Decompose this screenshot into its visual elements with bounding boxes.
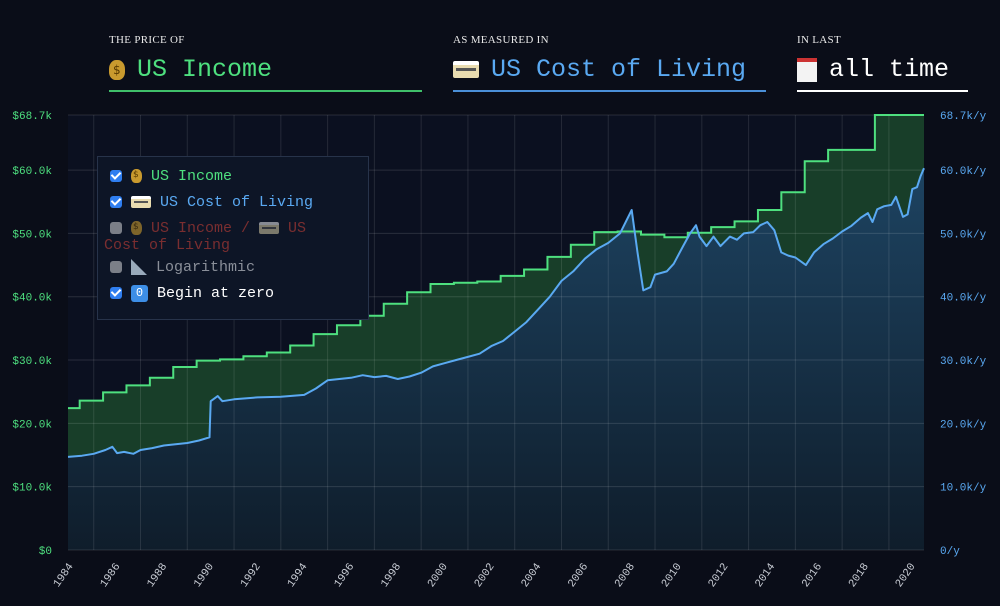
spiral-notepad-icon (797, 57, 817, 82)
y-tick-label-right: 10.0k/y (940, 483, 987, 495)
x-tick-label: 2018 (847, 561, 872, 590)
y-tick-label-right: 68.7k/y (940, 111, 987, 123)
legend-item-us-income[interactable]: US Income (110, 163, 360, 189)
credit-card-icon (259, 222, 280, 234)
checkbox-us-cost-of-living[interactable] (110, 196, 122, 208)
y-tick-label-right: 60.0k/y (940, 166, 987, 178)
y-tick-label-left: $50.0k (12, 229, 52, 241)
legend-label: Logarithmic (156, 258, 256, 276)
triangular-ruler-icon (131, 259, 147, 275)
x-tick-label: 2002 (473, 561, 498, 590)
x-tick-label: 1990 (192, 561, 217, 590)
money-bag-icon (131, 169, 142, 183)
price-of-label: THE PRICE OF (109, 34, 185, 46)
time-range-value: all time (829, 55, 950, 84)
x-tick-label: 2004 (519, 561, 544, 590)
x-tick-label: 1984 (52, 561, 77, 590)
y-tick-label-left: $20.0k (12, 419, 52, 431)
y-tick-label-right: 30.0k/y (940, 356, 987, 368)
price-of-selector[interactable]: THE PRICE OF US Income (109, 34, 422, 92)
legend-panel: US Income US Cost of Living US Income / … (97, 156, 369, 320)
measured-in-label: AS MEASURED IN (453, 34, 549, 46)
x-tick-label: 1986 (98, 561, 123, 590)
legend-label: US Cost of Living (160, 193, 314, 211)
in-last-label: IN LAST (797, 34, 841, 46)
x-tick-label: 2000 (426, 561, 451, 590)
x-tick-label: 2014 (753, 561, 778, 590)
time-range-input[interactable]: all time (797, 55, 968, 92)
money-bag-icon (109, 59, 125, 80)
y-tick-label-right: 20.0k/y (940, 419, 987, 431)
x-tick-label: 2006 (566, 561, 591, 590)
x-tick-label: 2012 (707, 561, 732, 590)
credit-card-icon (131, 196, 151, 208)
legend-label: US Income / (151, 219, 251, 237)
legend-item-begin-at-zero[interactable]: 0 Begin at zero (110, 280, 360, 306)
x-tick-label: 1998 (379, 561, 404, 590)
time-range-selector[interactable]: IN LAST all time (797, 34, 968, 92)
legend-item-logarithmic[interactable]: Logarithmic (110, 254, 360, 280)
keycap-zero-icon: 0 (131, 284, 148, 302)
y-tick-label-left: $40.0k (12, 293, 52, 305)
checkbox-ratio[interactable] (110, 222, 122, 234)
y-tick-label-left: $68.7k (12, 111, 52, 123)
checkbox-logarithmic[interactable] (110, 261, 122, 273)
legend-label: US (288, 219, 307, 237)
y-tick-label-right: 40.0k/y (940, 293, 987, 305)
y-tick-label-right: 50.0k/y (940, 229, 987, 241)
price-of-input[interactable]: US Income (109, 55, 422, 92)
y-tick-label-right: 0/y (940, 546, 960, 558)
legend-item-us-cost-of-living[interactable]: US Cost of Living (110, 189, 360, 215)
x-tick-label: 2010 (660, 561, 685, 590)
measured-in-selector[interactable]: AS MEASURED IN US Cost of Living (453, 34, 766, 92)
x-tick-label: 1992 (239, 561, 264, 590)
checkbox-begin-at-zero[interactable] (110, 287, 122, 299)
credit-card-icon (453, 61, 479, 78)
y-tick-label-left: $0 (39, 546, 52, 558)
x-tick-label: 1988 (145, 561, 170, 590)
legend-label-wrap: Cost of Living (104, 237, 231, 254)
x-tick-label: 1994 (286, 561, 311, 590)
checkbox-us-income[interactable] (110, 170, 122, 182)
y-tick-label-left: $10.0k (12, 483, 52, 495)
x-tick-label: 1996 (332, 561, 357, 590)
x-tick-label: 2008 (613, 561, 638, 590)
price-of-value: US Income (137, 55, 273, 84)
measured-in-value: US Cost of Living (491, 55, 747, 84)
legend-label: Begin at zero (157, 284, 275, 302)
legend-label: US Income (151, 167, 233, 185)
measured-in-input[interactable]: US Cost of Living (453, 55, 766, 92)
money-bag-icon (131, 221, 142, 235)
x-tick-label: 2020 (894, 561, 919, 590)
x-tick-label: 2016 (800, 561, 825, 590)
y-tick-label-left: $30.0k (12, 356, 52, 368)
y-tick-label-left: $60.0k (12, 166, 52, 178)
